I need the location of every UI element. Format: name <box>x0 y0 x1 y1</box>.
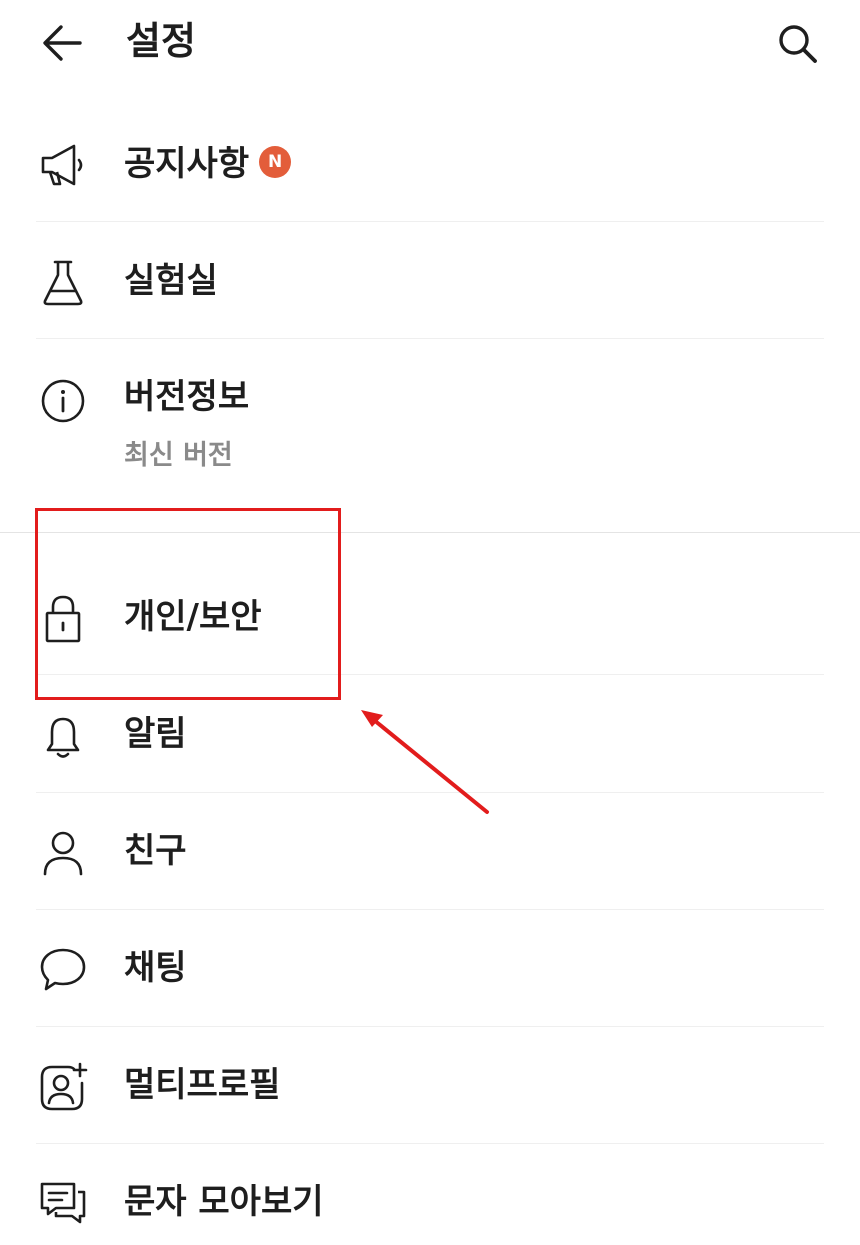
page-title: 설정 <box>126 19 196 63</box>
menu-item-chat[interactable]: 채팅 <box>0 939 860 999</box>
chat-bubble-icon <box>38 944 88 994</box>
app-header: 설정 <box>0 0 860 90</box>
menu-item-multiprofile[interactable]: 멀티프로필 <box>0 1056 860 1116</box>
menu-item-notice[interactable]: 공지사항 N <box>0 135 860 195</box>
flask-icon <box>38 257 88 307</box>
bell-icon <box>38 710 88 760</box>
divider <box>36 909 824 910</box>
divider <box>36 1143 824 1144</box>
menu-item-label: 채팅 <box>124 948 187 988</box>
menu-item-friends[interactable]: 친구 <box>0 822 860 882</box>
info-icon <box>38 373 88 423</box>
annotation-arrow <box>361 710 489 814</box>
new-badge: N <box>259 145 292 178</box>
menu-item-label: 실험실 <box>124 261 218 301</box>
back-button[interactable] <box>36 18 90 68</box>
menu-item-label: 친구 <box>124 831 187 871</box>
menu-item-label: 공지사항 <box>124 144 250 184</box>
megaphone-icon <box>38 140 88 190</box>
highlight-box <box>35 508 341 700</box>
menu-item-label: 멀티프로필 <box>124 1065 281 1105</box>
menu-item-label: 알림 <box>124 714 187 754</box>
message-stack-icon <box>38 1178 88 1228</box>
person-icon <box>38 827 88 877</box>
menu-item-version[interactable]: 버전정보 최신 버전 <box>0 368 860 478</box>
divider <box>36 221 824 222</box>
menu-item-label: 버전정보 <box>124 377 250 417</box>
menu-item-sms[interactable]: 문자 모아보기 <box>0 1173 860 1233</box>
search-icon <box>779 25 817 63</box>
menu-item-lab[interactable]: 실험실 <box>0 252 860 312</box>
version-status: 최신 버전 <box>124 440 233 471</box>
profile-add-icon <box>38 1061 88 1111</box>
divider <box>36 1026 824 1027</box>
divider <box>36 338 824 339</box>
arrow-left-icon <box>43 25 82 61</box>
search-button[interactable] <box>770 18 824 68</box>
menu-item-label: 문자 모아보기 <box>124 1182 324 1222</box>
